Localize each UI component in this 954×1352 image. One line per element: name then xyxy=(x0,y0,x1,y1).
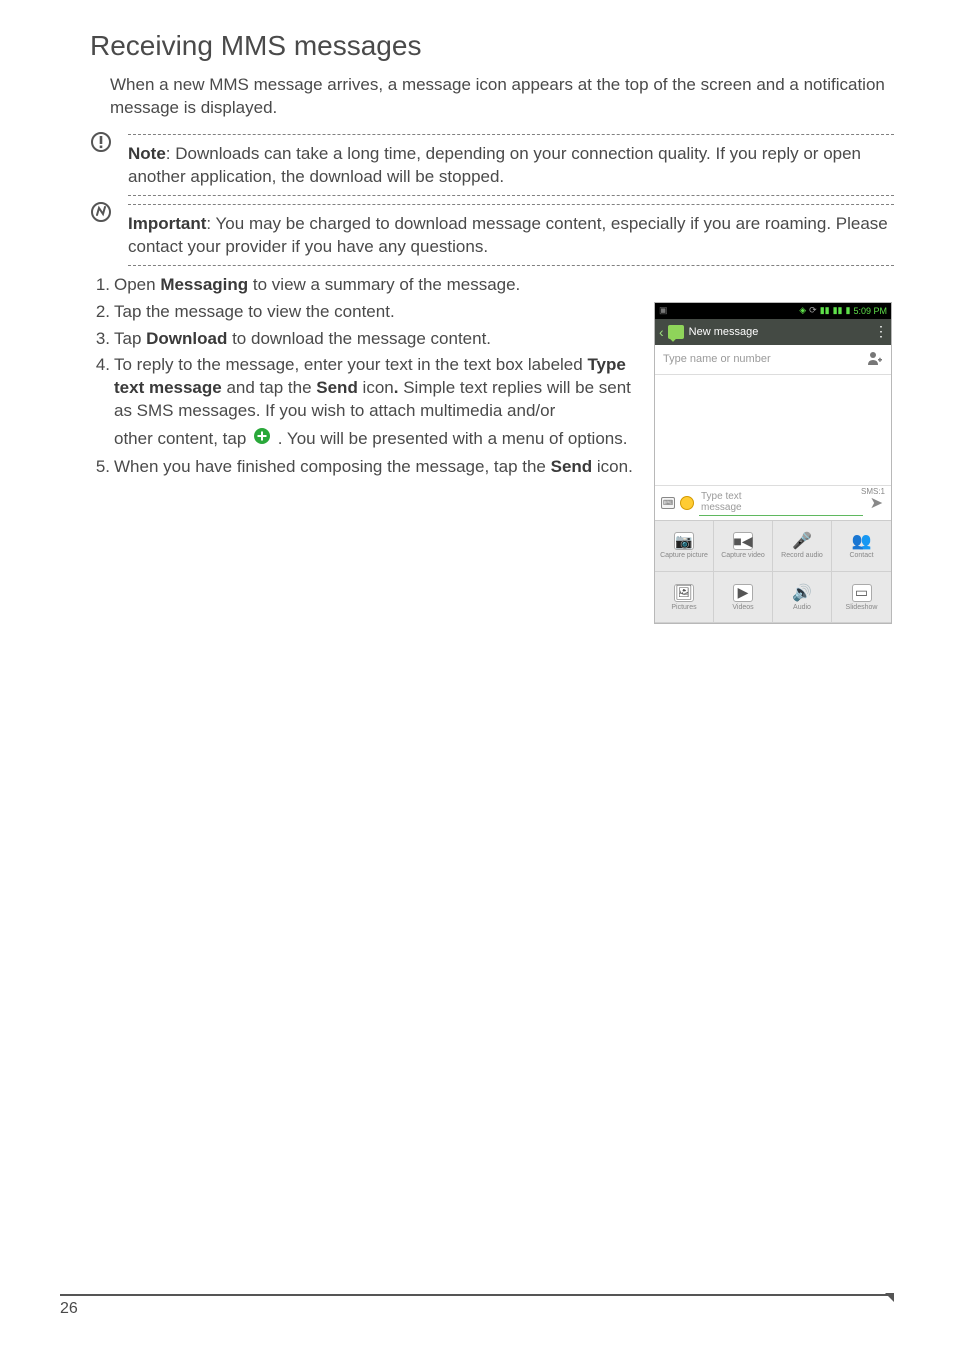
note-callout: Note: Downloads can take a long time, de… xyxy=(90,134,894,196)
message-input[interactable]: Type textmessage xyxy=(699,490,863,516)
steps-list: 1.Open Messaging to view a summary of th… xyxy=(90,274,636,625)
note-icon xyxy=(90,131,112,153)
notification-icon: ▣ xyxy=(659,305,668,316)
section-heading: Receiving MMS messages xyxy=(90,30,894,62)
compose-area: SMS:1 ⌨ Type textmessage ➤ xyxy=(655,485,891,520)
sync-icon: ⟳ xyxy=(809,305,817,316)
footer-triangle-icon xyxy=(885,1293,894,1302)
message-body-area xyxy=(655,375,891,485)
important-label: Important xyxy=(128,214,206,233)
step-5: 5.When you have finished composing the m… xyxy=(90,456,636,479)
wifi-icon: ◈ xyxy=(799,305,806,316)
note-text: : Downloads can take a long time, depend… xyxy=(128,144,861,186)
attach-record-audio[interactable]: 🎤 Record audio xyxy=(773,521,832,572)
attach-contact[interactable]: 👥 Contact xyxy=(832,521,891,572)
pictures-icon: 🖼 xyxy=(674,584,694,602)
signal-icon: ▮▮ xyxy=(820,305,830,316)
important-icon xyxy=(90,201,112,223)
attach-capture-picture[interactable]: 📷 Capture picture xyxy=(655,521,714,572)
page-number: 26 xyxy=(60,1300,78,1317)
phone-screenshot: ▣ ◈ ⟳ ▮▮ ▮▮ ▮ 5:09 PM ‹ New message ⋮ xyxy=(654,274,894,625)
battery-icon: ▮ xyxy=(846,305,851,316)
contact-icon: 👥 xyxy=(852,532,872,550)
keyboard-icon[interactable]: ⌨ xyxy=(661,497,675,509)
slideshow-icon: ▭ xyxy=(852,584,872,602)
step-4-sub: other content, tap . You will be present… xyxy=(90,427,636,452)
add-contact-icon[interactable] xyxy=(867,351,883,368)
messaging-icon xyxy=(668,325,684,339)
attach-videos[interactable]: ▶ Videos xyxy=(714,572,773,623)
attach-slideshow[interactable]: ▭ Slideshow xyxy=(832,572,891,623)
camera-icon: 📷 xyxy=(674,532,694,550)
attach-capture-video[interactable]: ■◀ Capture video xyxy=(714,521,773,572)
step-3: 3.Tap Download to download the message c… xyxy=(90,328,636,351)
step-1: 1.Open Messaging to view a summary of th… xyxy=(90,274,636,297)
overflow-menu-icon[interactable]: ⋮ xyxy=(874,323,887,340)
microphone-icon: 🎤 xyxy=(792,532,812,550)
plus-icon xyxy=(253,427,271,452)
intro-paragraph: When a new MMS message arrives, a messag… xyxy=(110,74,894,120)
video-camera-icon: ■◀ xyxy=(733,532,753,550)
clock-text: 5:09 PM xyxy=(853,306,887,316)
attach-audio[interactable]: 🔊 Audio xyxy=(773,572,832,623)
step-4: 4.To reply to the message, enter your te… xyxy=(90,354,636,423)
recipient-input[interactable]: Type name or number xyxy=(663,353,861,365)
signal-icon-2: ▮▮ xyxy=(833,305,843,316)
important-callout: Important: You may be charged to downloa… xyxy=(90,204,894,266)
important-text: : You may be charged to download message… xyxy=(128,214,888,256)
videos-icon: ▶ xyxy=(733,584,753,602)
note-label: Note xyxy=(128,144,166,163)
step-2: 2.Tap the message to view the content. xyxy=(90,301,636,324)
attach-pictures[interactable]: 🖼 Pictures xyxy=(655,572,714,623)
title-bar: ‹ New message ⋮ xyxy=(655,319,891,345)
emoji-icon[interactable] xyxy=(680,496,694,510)
audio-icon: 🔊 xyxy=(792,584,812,602)
sms-counter: SMS:1 xyxy=(861,487,885,496)
screen-title: New message xyxy=(689,326,759,338)
status-bar: ▣ ◈ ⟳ ▮▮ ▮▮ ▮ 5:09 PM xyxy=(655,303,891,319)
attachment-grid: 📷 Capture picture ■◀ Capture video 🎤 Rec… xyxy=(655,520,891,624)
page-footer: 26 xyxy=(60,1294,894,1318)
back-icon[interactable]: ‹ xyxy=(659,324,664,340)
send-icon[interactable]: ➤ xyxy=(868,493,885,513)
